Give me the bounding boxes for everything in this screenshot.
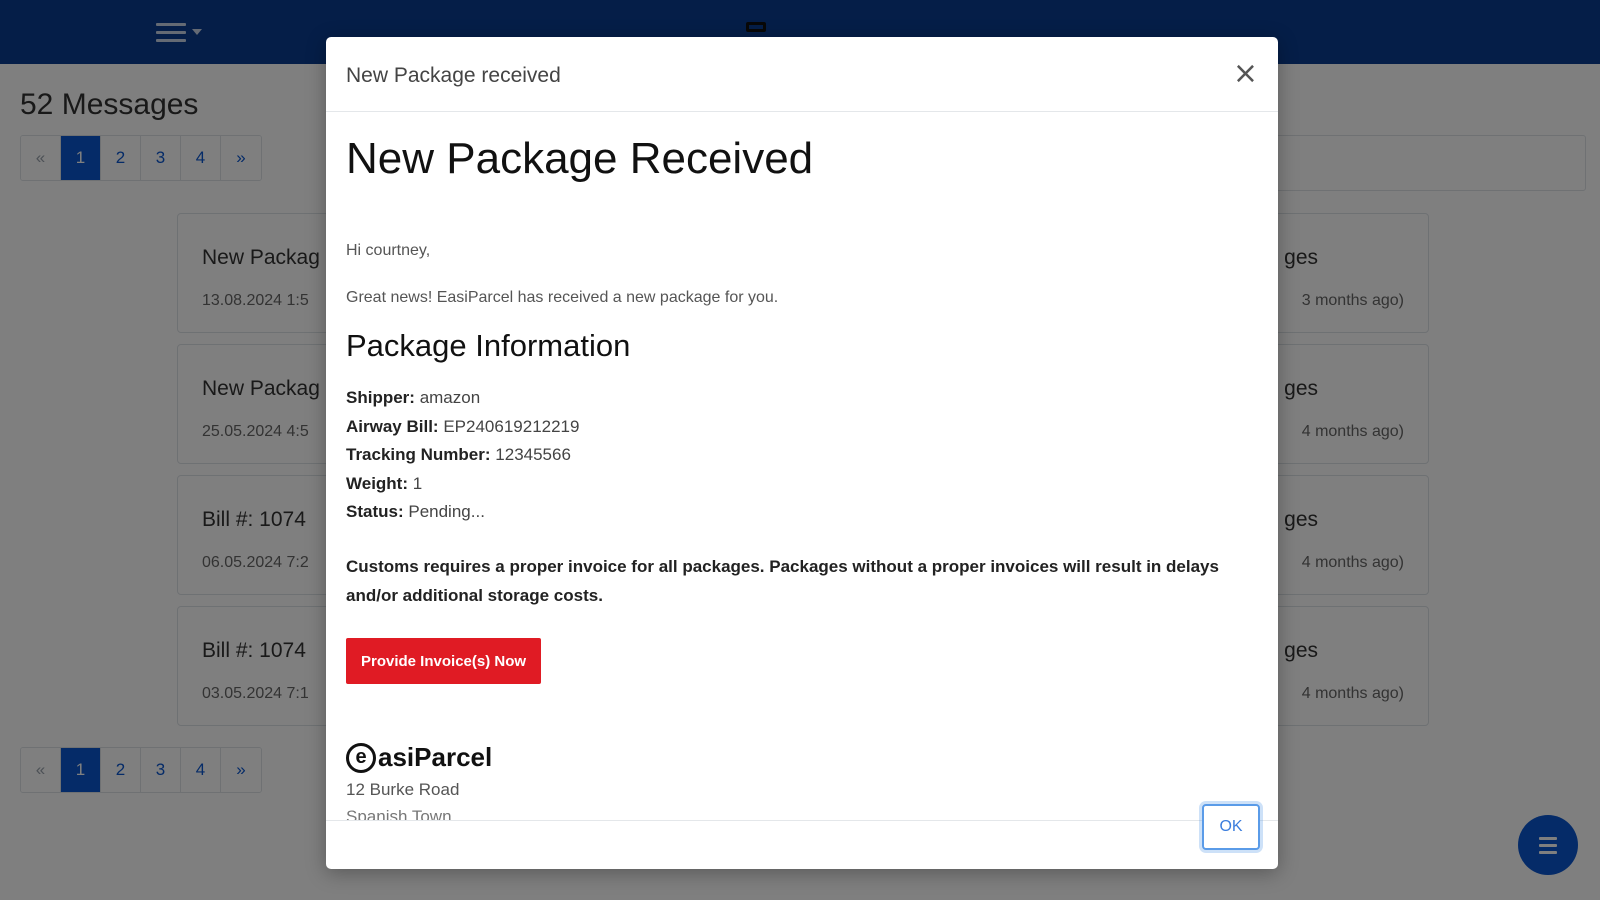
tracking-number-row: Tracking Number: 12345566 [346, 441, 579, 470]
weight-row: Weight: 1 [346, 470, 579, 499]
logo-mark: e [346, 742, 376, 773]
customs-notice: Customs requires a proper invoice for al… [346, 557, 1219, 605]
modal-header: New Package received × [326, 37, 1278, 112]
field-value: Pending... [408, 502, 485, 521]
field-label: Weight: [346, 473, 409, 493]
logo-text: asiParcel [378, 742, 493, 772]
intro-text: Great news! EasiParcel has received a ne… [346, 289, 779, 306]
package-info-list: Shipper: amazon Airway Bill: EP240619212… [346, 384, 579, 527]
field-value: 1 [412, 473, 423, 493]
easiparcel-logo: e asiParcel [346, 742, 492, 773]
field-label: Shipper: [346, 388, 415, 407]
field-label: Airway Bill: [346, 416, 439, 436]
field-value: 12345566 [495, 445, 571, 464]
close-icon[interactable]: × [1233, 59, 1258, 89]
field-value: amazon [419, 388, 481, 407]
package-info-heading: Package Information [346, 328, 631, 363]
field-label: Status: [346, 502, 404, 521]
shipper-row: Shipper: amazon [346, 384, 579, 413]
address-line-1: 12 Burke Road [346, 780, 460, 799]
airway-bill-row: Airway Bill: EP240619212219 [346, 413, 579, 442]
email-heading: New Package Received [346, 134, 814, 183]
address-line-2: Spanish Town [346, 807, 452, 820]
greeting-text: Hi courtney, [346, 242, 431, 259]
field-label: Tracking Number: [346, 445, 491, 464]
package-modal: New Package received × New Package Recei… [326, 37, 1278, 869]
field-value: EP240619212219 [443, 416, 580, 436]
provide-invoice-button[interactable]: Provide Invoice(s) Now [346, 638, 542, 684]
status-row: Status: Pending... [346, 498, 579, 527]
modal-title: New Package received [346, 64, 561, 87]
modal-footer: OK [326, 804, 1278, 869]
modal-body[interactable]: New Package Received Hi courtney, Great … [326, 112, 1278, 820]
ok-button[interactable]: OK [1202, 804, 1260, 850]
